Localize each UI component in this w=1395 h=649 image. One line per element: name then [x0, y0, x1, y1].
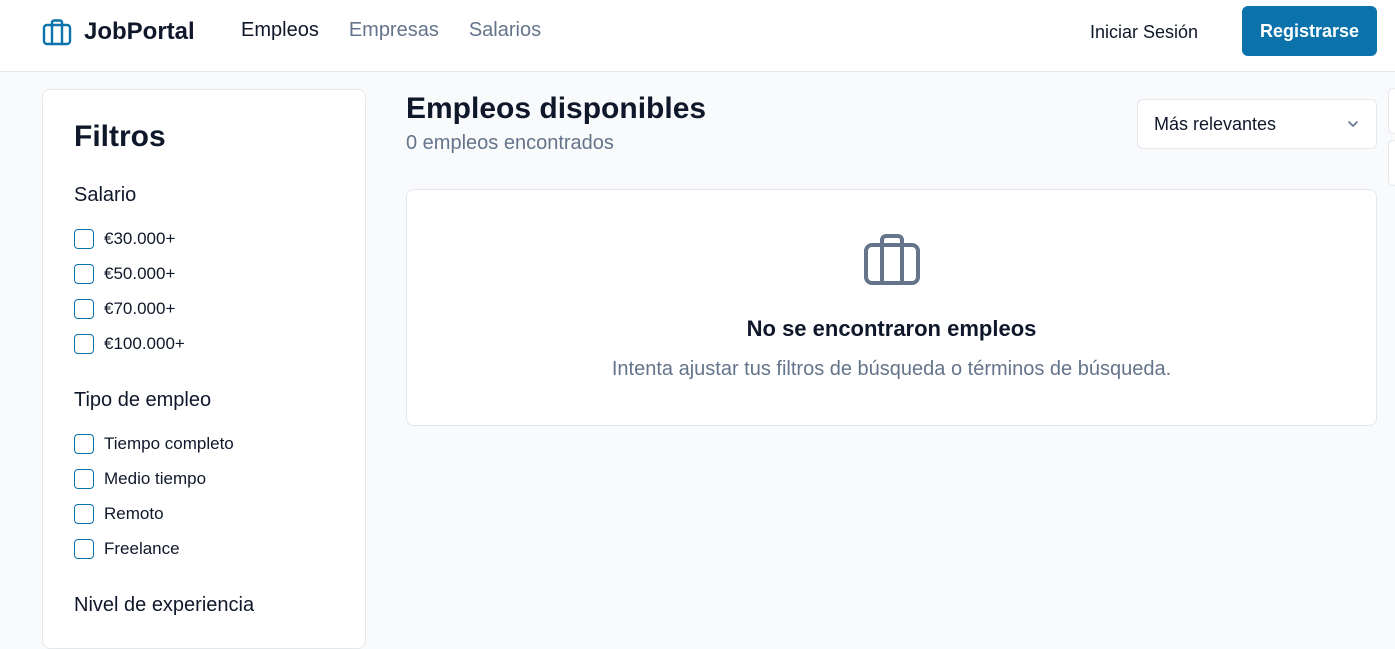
- nav-link-empresas[interactable]: Empresas: [349, 19, 439, 42]
- checkbox[interactable]: [74, 299, 94, 319]
- checkbox[interactable]: [74, 434, 94, 454]
- top-navigation-bar: JobPortal Empleos Empresas Salarios Inic…: [0, 0, 1395, 72]
- empty-state-title: No se encontraron empleos: [746, 316, 1037, 341]
- filter-option-label: €100.000+: [104, 334, 185, 353]
- page-title: Empleos disponibles: [406, 92, 707, 125]
- filter-option-label: €70.000+: [104, 299, 176, 318]
- results-count: 0 empleos encontrados: [406, 132, 614, 154]
- checkbox[interactable]: [74, 334, 94, 354]
- checkbox[interactable]: [74, 229, 94, 249]
- brand-name: JobPortal: [84, 18, 195, 45]
- briefcase-icon: [42, 18, 72, 46]
- checkbox[interactable]: [74, 469, 94, 489]
- nav-link-empleos[interactable]: Empleos: [241, 19, 319, 42]
- filter-option-remote[interactable]: Remoto: [74, 503, 164, 525]
- filter-option-label: €50.000+: [104, 264, 176, 283]
- checkbox[interactable]: [74, 539, 94, 559]
- checkbox[interactable]: [74, 264, 94, 284]
- filter-option-full-time[interactable]: Tiempo completo: [74, 433, 234, 455]
- briefcase-icon: [863, 232, 921, 291]
- filter-option-label: Freelance: [104, 539, 180, 558]
- chevron-down-icon: [1346, 117, 1360, 131]
- filter-option-salary-30k[interactable]: €30.000+: [74, 228, 175, 250]
- filter-option-freelance[interactable]: Freelance: [74, 538, 180, 560]
- brand-logo[interactable]: JobPortal: [42, 16, 195, 48]
- main-nav: Empleos Empresas Salarios: [241, 19, 541, 42]
- filter-group-title-experience: Nivel de experiencia: [74, 594, 255, 616]
- filter-option-salary-50k[interactable]: €50.000+: [74, 263, 175, 285]
- filter-option-part-time[interactable]: Medio tiempo: [74, 468, 206, 490]
- sort-select[interactable]: Más relevantes: [1137, 99, 1377, 149]
- filter-option-label: Medio tiempo: [104, 469, 207, 488]
- edge-tab[interactable]: [1388, 140, 1395, 186]
- filter-group-title-salary: Salario: [74, 184, 137, 206]
- sort-selected-value: Más relevantes: [1154, 113, 1277, 134]
- filter-option-salary-100k[interactable]: €100.000+: [74, 333, 185, 355]
- empty-state-description: Intenta ajustar tus filtros de búsqueda …: [611, 358, 1172, 380]
- filter-option-salary-70k[interactable]: €70.000+: [74, 298, 175, 320]
- edge-tab[interactable]: [1388, 88, 1395, 134]
- filter-option-label: Tiempo completo: [104, 434, 234, 453]
- login-link[interactable]: Iniciar Sesión: [1090, 22, 1198, 43]
- filters-title: Filtros: [74, 120, 166, 153]
- filters-panel: Filtros Salario €30.000+ €50.000+ €70.00…: [42, 89, 366, 649]
- empty-state-card: No se encontraron empleos Intenta ajusta…: [406, 189, 1377, 426]
- nav-link-salarios[interactable]: Salarios: [469, 19, 541, 42]
- filter-option-label: €30.000+: [104, 229, 176, 248]
- filter-option-label: Remoto: [104, 504, 164, 523]
- register-button[interactable]: Registrarse: [1242, 6, 1377, 56]
- filter-group-title-job-type: Tipo de empleo: [74, 389, 212, 411]
- checkbox[interactable]: [74, 504, 94, 524]
